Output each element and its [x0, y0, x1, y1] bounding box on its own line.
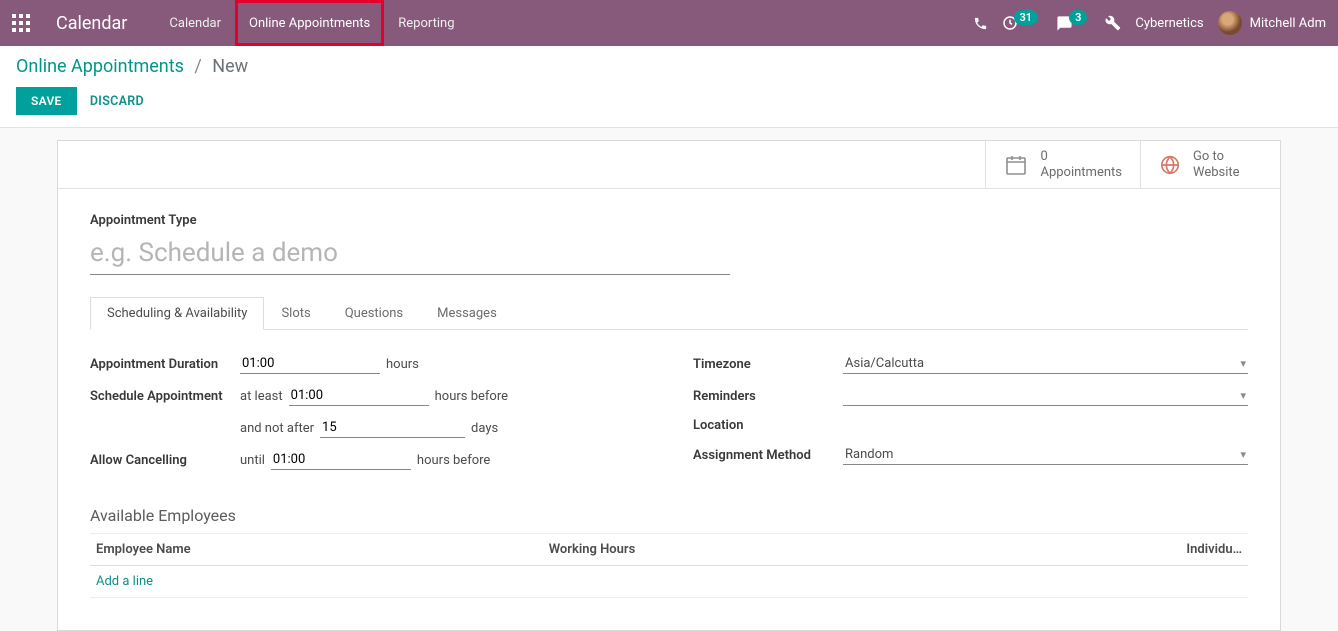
tools-icon[interactable] — [1105, 15, 1121, 31]
assignment-select[interactable]: Random ▾ — [843, 445, 1248, 465]
cancel-input[interactable] — [271, 450, 411, 470]
tab-slots[interactable]: Slots — [264, 297, 327, 330]
discard-button[interactable]: DISCARD — [90, 94, 144, 109]
stat-website[interactable]: Go to Website — [1140, 141, 1280, 188]
breadcrumb-sep: / — [194, 56, 201, 77]
stat-website-line2: Website — [1193, 165, 1240, 181]
apps-icon[interactable] — [12, 14, 36, 32]
assignment-value: Random — [845, 447, 893, 462]
avatar — [1218, 11, 1242, 35]
chevron-down-icon: ▾ — [1240, 389, 1246, 402]
tabs: Scheduling & Availability Slots Question… — [90, 297, 1248, 330]
timezone-label: Timezone — [693, 357, 843, 372]
assignment-label: Assignment Method — [693, 448, 843, 463]
brand[interactable]: Calendar — [56, 13, 127, 34]
employees-table: Employee Name Working Hours Individu… Ad… — [90, 533, 1248, 598]
col-individual[interactable]: Individu… — [961, 534, 1248, 566]
duration-unit: hours — [386, 357, 419, 372]
available-employees-heading: Available Employees — [90, 506, 1248, 525]
cancel-unit: hours before — [417, 453, 490, 468]
reminders-select[interactable]: ▾ — [843, 386, 1248, 406]
table-row: Add a line — [90, 566, 1248, 598]
schedule-notafter-unit: days — [471, 421, 498, 436]
duration-input[interactable] — [240, 354, 380, 374]
appointment-type-label: Appointment Type — [90, 213, 1248, 228]
cancel-until-text: until — [240, 453, 265, 468]
nav-item-calendar[interactable]: Calendar — [155, 0, 235, 46]
nav-item-online-appointments[interactable]: Online Appointments — [235, 0, 384, 46]
location-label: Location — [693, 418, 843, 433]
stat-website-line1: Go to — [1193, 149, 1240, 165]
schedule-atleast-input[interactable] — [289, 386, 429, 406]
schedule-notafter-text: and not after — [240, 421, 314, 436]
schedule-label: Schedule Appointment — [90, 389, 240, 404]
form-sheet: 0 Appointments Go to Website Appointment… — [57, 140, 1281, 631]
chevron-down-icon: ▾ — [1240, 357, 1246, 370]
chat-badge: 3 — [1069, 10, 1087, 25]
chevron-down-icon: ▾ — [1240, 448, 1246, 461]
add-line-link[interactable]: Add a line — [96, 574, 153, 589]
breadcrumb-current: New — [212, 56, 248, 77]
breadcrumb-parent[interactable]: Online Appointments — [16, 56, 184, 77]
navbar: Calendar Calendar Online Appointments Re… — [0, 0, 1338, 46]
col-working-hours[interactable]: Working Hours — [543, 534, 961, 566]
tab-scheduling[interactable]: Scheduling & Availability — [90, 297, 264, 330]
control-panel: Online Appointments / New SAVE DISCARD — [0, 46, 1338, 128]
user-menu[interactable]: Mitchell Adm — [1218, 11, 1326, 35]
right-col: Timezone Asia/Calcutta ▾ Reminders ▾ — [693, 354, 1248, 482]
nav-item-reporting[interactable]: Reporting — [384, 0, 468, 46]
company-selector[interactable]: Cybernetics — [1135, 16, 1203, 31]
chat-icon[interactable]: 3 — [1056, 15, 1091, 32]
tab-questions[interactable]: Questions — [328, 297, 420, 330]
breadcrumb: Online Appointments / New — [16, 56, 1322, 77]
schedule-notafter-input[interactable] — [320, 418, 465, 438]
schedule-atleast-unit: hours before — [435, 389, 508, 404]
stat-appointments-count: 0 — [1040, 149, 1122, 165]
duration-label: Appointment Duration — [90, 357, 240, 372]
save-button[interactable]: SAVE — [16, 87, 77, 115]
activity-badge: 31 — [1014, 10, 1039, 25]
stat-buttons: 0 Appointments Go to Website — [58, 141, 1280, 189]
schedule-atleast-text: at least — [240, 389, 283, 404]
stat-appointments[interactable]: 0 Appointments — [985, 141, 1140, 188]
col-employee-name[interactable]: Employee Name — [90, 534, 543, 566]
appointment-type-input[interactable] — [90, 234, 730, 275]
timezone-select[interactable]: Asia/Calcutta ▾ — [843, 354, 1248, 374]
nav-menu: Calendar Online Appointments Reporting — [155, 0, 468, 46]
left-col: Appointment Duration hours Schedule Appo… — [90, 354, 645, 482]
stat-appointments-label: Appointments — [1040, 165, 1122, 181]
cancel-label: Allow Cancelling — [90, 453, 240, 468]
nav-right: 31 3 Cybernetics Mitchell Adm — [973, 11, 1326, 35]
user-name: Mitchell Adm — [1250, 16, 1326, 31]
reminders-label: Reminders — [693, 389, 843, 404]
tab-messages[interactable]: Messages — [420, 297, 514, 330]
timezone-value: Asia/Calcutta — [845, 356, 924, 371]
phone-icon[interactable] — [973, 16, 988, 31]
activity-icon[interactable]: 31 — [1002, 15, 1043, 31]
